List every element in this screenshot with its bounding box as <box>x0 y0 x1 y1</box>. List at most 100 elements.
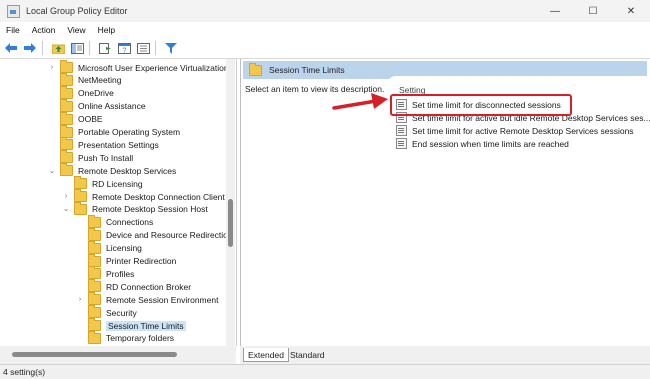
folder-icon <box>88 330 101 344</box>
tree-expander-icon[interactable]: › <box>76 296 84 303</box>
tree-item[interactable]: Licensing <box>76 240 142 255</box>
tree-item-label: Remote Session Environment <box>106 294 219 305</box>
tree-item-label: Security <box>106 307 137 318</box>
tree-item[interactable]: › Microsoft User Experience Virtualizatio… <box>48 60 229 74</box>
highlight-box <box>390 94 572 116</box>
folder-icon <box>249 62 262 76</box>
tree-item-label: NetMeeting <box>78 75 122 86</box>
folder-icon <box>88 292 101 306</box>
tree-item[interactable]: Security <box>76 305 137 319</box>
tree-item-label: Remote Desktop Services <box>78 165 177 176</box>
folder-icon <box>60 60 73 73</box>
export-list-icon <box>98 42 111 54</box>
status-bar: 4 setting(s) <box>0 364 650 379</box>
tree-item[interactable]: OneDrive <box>48 85 114 100</box>
tree-item[interactable]: Portable Operating System <box>48 124 181 139</box>
export-list-button[interactable] <box>97 40 113 56</box>
tree-item-label: Temporary folders <box>106 333 175 344</box>
up-folder-icon <box>51 44 65 54</box>
setting-row[interactable]: End session when time limits are reached <box>396 137 569 150</box>
details-title: Session Time Limits <box>269 65 345 75</box>
tree-expander-icon[interactable]: ⌄ <box>48 167 56 175</box>
help-icon: ? <box>117 42 131 54</box>
tree-item-label: Portable Operating System <box>78 127 181 137</box>
tree-item-label: OneDrive <box>78 88 114 99</box>
tab-extended[interactable]: Extended <box>243 348 289 362</box>
show-hide-tree-button[interactable] <box>69 40 85 56</box>
gpedit-app-icon <box>7 4 20 18</box>
folder-icon <box>88 240 101 254</box>
svg-text:?: ? <box>122 47 126 54</box>
folder-icon <box>60 72 73 86</box>
tree-expander-icon[interactable]: › <box>48 64 56 71</box>
close-button[interactable]: ✕ <box>612 0 650 22</box>
tree-item-label: RD Licensing <box>92 178 143 189</box>
view-tabs: Extended Standard <box>240 346 650 364</box>
help-button[interactable]: ? <box>116 40 132 56</box>
tree-item-label: Profiles <box>106 268 135 279</box>
tree-hscroll-thumb[interactable] <box>12 352 177 357</box>
tree-vertical-scrollbar[interactable] <box>226 59 235 346</box>
tree-item-label: Remote Desktop Connection Client <box>92 191 225 202</box>
status-text: 4 setting(s) <box>3 367 46 377</box>
tree-item[interactable]: Device and Resource Redirection <box>76 227 233 242</box>
tree-item[interactable]: › Remote Session Environment <box>76 292 219 306</box>
minimize-button[interactable]: — <box>536 0 574 22</box>
settings-list: Setting Set time limit for disconnected … <box>387 76 650 346</box>
folder-icon <box>88 279 101 293</box>
folder-icon <box>88 253 101 267</box>
setting-label: Set time limit for active Remote Desktop… <box>412 125 634 136</box>
tree-item-label: Session Time Limits <box>106 320 186 331</box>
tree-item[interactable]: › Remote Desktop Connection Client <box>62 189 225 203</box>
menu-view[interactable]: View <box>61 25 91 35</box>
back-button[interactable] <box>3 40 19 56</box>
tree-item-label: Printer Redirection <box>106 256 177 266</box>
folder-icon <box>88 305 101 319</box>
tab-standard[interactable]: Standard <box>286 348 329 361</box>
window-title: Local Group Policy Editor <box>26 6 128 16</box>
filter-button[interactable] <box>163 40 179 56</box>
forward-button[interactable] <box>22 40 38 56</box>
tree-item[interactable]: ⌄ Remote Desktop Services <box>48 163 177 177</box>
tree-scrollbar-thumb[interactable] <box>228 199 233 247</box>
menu-help[interactable]: Help <box>92 25 121 35</box>
folder-icon <box>60 124 73 138</box>
properties-button[interactable] <box>135 40 151 56</box>
folder-icon <box>60 163 73 177</box>
tree-item[interactable]: OOBE <box>48 111 103 126</box>
tree-item[interactable]: Profiles <box>76 266 135 280</box>
title-bar: Local Group Policy Editor — ☐ ✕ <box>0 0 650 22</box>
tree-item[interactable]: ⌄ Remote Desktop Session Host <box>62 201 208 216</box>
menu-file[interactable]: File <box>0 25 26 35</box>
tree-expander-icon[interactable]: ⌄ <box>62 205 70 213</box>
tree-expander-icon[interactable]: › <box>62 193 70 200</box>
toolbar-separator <box>155 41 156 55</box>
console-tree: › Microsoft User Experience Virtualizatio… <box>0 59 237 346</box>
setting-row[interactable]: Set time limit for active Remote Desktop… <box>396 124 634 137</box>
tree-horizontal-scrollbar[interactable] <box>0 346 236 364</box>
folder-icon <box>60 150 73 164</box>
gpedit-window: Local Group Policy Editor — ☐ ✕ File Act… <box>0 0 650 379</box>
tree-item-label: Remote Desktop Session Host <box>92 204 208 215</box>
folder-icon <box>60 98 73 112</box>
red-arrow-icon <box>332 93 388 110</box>
folder-icon <box>60 137 73 151</box>
tree-item-label: Device and Resource Redirection <box>106 230 233 241</box>
toolbar: ? <box>0 38 650 59</box>
policy-setting-icon <box>396 138 407 149</box>
menu-bar: File Action View Help <box>0 22 650 38</box>
console-tree-icon <box>70 42 84 54</box>
up-folder-button[interactable] <box>50 40 66 56</box>
folder-icon <box>60 111 73 125</box>
menu-action[interactable]: Action <box>26 25 62 35</box>
maximize-button[interactable]: ☐ <box>574 0 612 22</box>
tree-item-label: Microsoft User Experience Virtualization <box>78 62 229 73</box>
folder-icon <box>88 318 101 331</box>
folder-icon <box>88 214 101 228</box>
tree-item[interactable]: Temporary folders <box>76 330 175 345</box>
folder-icon <box>74 201 87 215</box>
tree-item-label: Licensing <box>106 243 142 254</box>
tree-item-label: Connections <box>106 217 154 228</box>
folder-icon <box>88 266 101 280</box>
filter-icon <box>165 42 177 54</box>
